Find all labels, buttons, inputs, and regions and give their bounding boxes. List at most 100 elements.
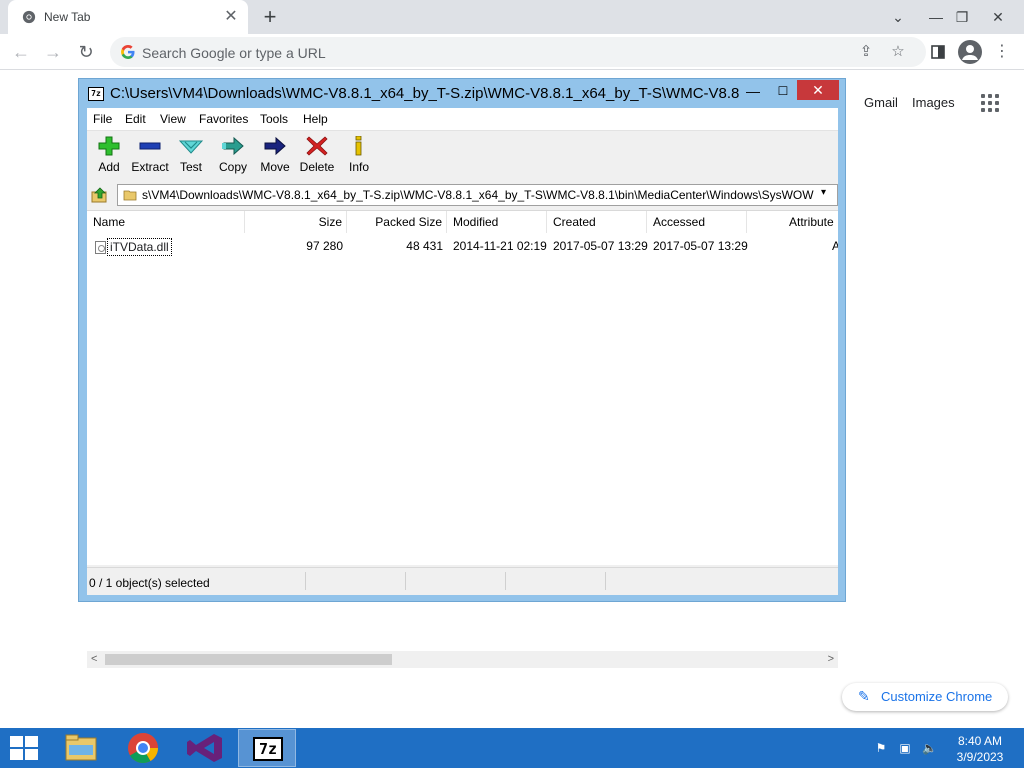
volume-icon[interactable]: 🔈: [922, 741, 937, 755]
sevenzip-window: 7z C:\Users\VM4\Downloads\WMC-V8.8.1_x64…: [78, 78, 846, 668]
chrome-icon[interactable]: [114, 729, 172, 767]
copy-button[interactable]: Copy: [211, 133, 255, 177]
share-icon[interactable]: ⇪: [856, 42, 876, 62]
file-name: iTVData.dll: [107, 238, 172, 256]
scrollbar-thumb[interactable]: [105, 654, 392, 665]
column-header-packed-size[interactable]: Packed Size: [347, 211, 447, 233]
omnibox[interactable]: Search Google or type a URL ⇪ ☆: [110, 37, 926, 67]
column-header-name[interactable]: Name: [87, 211, 245, 233]
new-tab-button[interactable]: +: [258, 5, 282, 29]
add-button[interactable]: Add: [87, 133, 131, 177]
move-arrow-icon: [264, 136, 286, 156]
more-menu-icon[interactable]: ⋮: [990, 40, 1014, 64]
scroll-left-icon[interactable]: <: [91, 653, 97, 665]
sevenzip-maximize-icon[interactable]: ☐: [769, 81, 797, 101]
action-center-flag-icon[interactable]: ⚑: [874, 741, 888, 755]
add-plus-icon: [98, 136, 120, 156]
sevenzip-statusbar: 0 / 1 object(s) selected: [87, 567, 838, 595]
horizontal-scrollbar[interactable]: < >: [87, 651, 838, 668]
info-icon: [355, 136, 362, 156]
test-check-icon: [179, 140, 203, 154]
file-attributes: A: [832, 239, 838, 253]
customize-chrome-label: Customize Chrome: [881, 689, 993, 704]
visual-studio-icon[interactable]: [176, 729, 234, 767]
status-text: 0 / 1 object(s) selected: [89, 576, 210, 590]
scroll-right-icon[interactable]: >: [828, 653, 834, 665]
side-panel-icon[interactable]: [926, 40, 950, 64]
file-created: 2017-05-07 13:29: [553, 239, 648, 253]
tab-strip: New Tab ✕ + ⌄ — ❐ ✕: [0, 0, 1024, 34]
status-divider: [405, 572, 406, 590]
tab-new-tab[interactable]: New Tab ✕: [8, 0, 248, 34]
test-button[interactable]: Test: [169, 133, 213, 177]
sevenzip-taskbar-label: 7z: [253, 737, 283, 761]
column-header-accessed[interactable]: Accessed: [647, 211, 747, 233]
customize-chrome-button[interactable]: ✎ Customize Chrome: [842, 683, 1008, 711]
forward-icon[interactable]: →: [41, 40, 65, 64]
file-explorer-icon[interactable]: [52, 729, 110, 767]
delete-button[interactable]: Delete: [295, 133, 339, 177]
extract-minus-icon: [139, 142, 161, 150]
sevenzip-client: File Edit View Favorites Tools Help Add …: [87, 108, 838, 668]
file-accessed: 2017-05-07 13:29: [653, 239, 748, 253]
minimize-icon[interactable]: —: [922, 4, 950, 30]
menu-help[interactable]: Help: [303, 112, 328, 126]
status-divider: [605, 572, 606, 590]
sevenzip-app-icon: 7z: [88, 87, 104, 101]
restore-icon[interactable]: ❐: [948, 4, 976, 30]
tab-title: New Tab: [44, 10, 91, 24]
column-header-created[interactable]: Created: [547, 211, 647, 233]
file-size: 97 280: [306, 239, 343, 253]
close-window-icon[interactable]: ✕: [984, 4, 1012, 30]
column-header-attributes[interactable]: Attribute: [747, 211, 838, 233]
file-list[interactable]: Name Size Packed Size Modified Created A…: [87, 210, 838, 668]
info-button[interactable]: Info: [337, 133, 381, 177]
status-divider: [505, 572, 506, 590]
sevenzip-titlebar[interactable]: 7z C:\Users\VM4\Downloads\WMC-V8.8.1_x64…: [79, 79, 845, 109]
menu-favorites[interactable]: Favorites: [199, 112, 248, 126]
menu-view[interactable]: View: [160, 112, 186, 126]
folder-icon: [123, 190, 137, 201]
browser-toolbar: ← → ↻ Search Google or type a URL ⇪ ☆ ⋮: [0, 34, 1024, 70]
sevenzip-taskbar-icon[interactable]: 7z: [238, 729, 296, 767]
network-icon[interactable]: ▣: [898, 741, 912, 755]
omnibox-placeholder: Search Google or type a URL: [142, 45, 326, 61]
move-button[interactable]: Move: [253, 133, 297, 177]
address-path: s\VM4\Downloads\WMC-V8.8.1_x64_by_T-S.zi…: [142, 188, 814, 202]
windows-start-icon[interactable]: [10, 736, 40, 760]
taskbar-clock[interactable]: 8:40 AM 3/9/2023: [950, 733, 1010, 765]
sevenzip-address-row: s\VM4\Downloads\WMC-V8.8.1_x64_by_T-S.zi…: [87, 182, 838, 208]
google-apps-icon[interactable]: [981, 94, 999, 112]
back-icon[interactable]: ←: [9, 40, 33, 64]
sevenzip-minimize-icon[interactable]: —: [739, 81, 767, 101]
delete-x-icon: [306, 136, 328, 156]
chevron-down-icon[interactable]: ▾: [821, 187, 835, 198]
windows-taskbar: 7z ⚑ ▣ 🔈 8:40 AM 3/9/2023: [0, 728, 1024, 768]
reload-icon[interactable]: ↻: [74, 40, 98, 64]
bookmark-star-icon[interactable]: ☆: [888, 42, 908, 62]
gmail-link[interactable]: Gmail: [864, 95, 898, 110]
menu-edit[interactable]: Edit: [125, 112, 146, 126]
sevenzip-toolbar: Add Extract Test Copy Move Delete Info: [87, 130, 838, 180]
tab-close-icon[interactable]: ✕: [222, 8, 240, 26]
tab-search-icon[interactable]: ⌄: [884, 4, 912, 30]
clock-date: 3/9/2023: [956, 750, 1004, 764]
profile-avatar-icon[interactable]: [958, 40, 982, 64]
extract-button[interactable]: Extract: [128, 133, 172, 177]
menu-file[interactable]: File: [93, 112, 112, 126]
clock-time: 8:40 AM: [957, 734, 1003, 748]
status-divider: [305, 572, 306, 590]
google-g-icon: [121, 45, 135, 59]
address-combobox[interactable]: s\VM4\Downloads\WMC-V8.8.1_x64_by_T-S.zi…: [117, 184, 838, 206]
dll-file-icon: [95, 241, 106, 254]
chrome-favicon-icon: [22, 10, 36, 24]
column-header-size[interactable]: Size: [245, 211, 347, 233]
copy-arrow-icon: [222, 136, 244, 156]
menu-tools[interactable]: Tools: [260, 112, 288, 126]
sevenzip-close-icon[interactable]: ✕: [797, 80, 839, 100]
column-header-modified[interactable]: Modified: [447, 211, 547, 233]
sevenzip-window-title: C:\Users\VM4\Downloads\WMC-V8.8.1_x64_by…: [110, 85, 740, 102]
folder-up-icon[interactable]: [91, 186, 109, 204]
file-packed-size: 48 431: [406, 239, 443, 253]
images-link[interactable]: Images: [912, 95, 955, 110]
